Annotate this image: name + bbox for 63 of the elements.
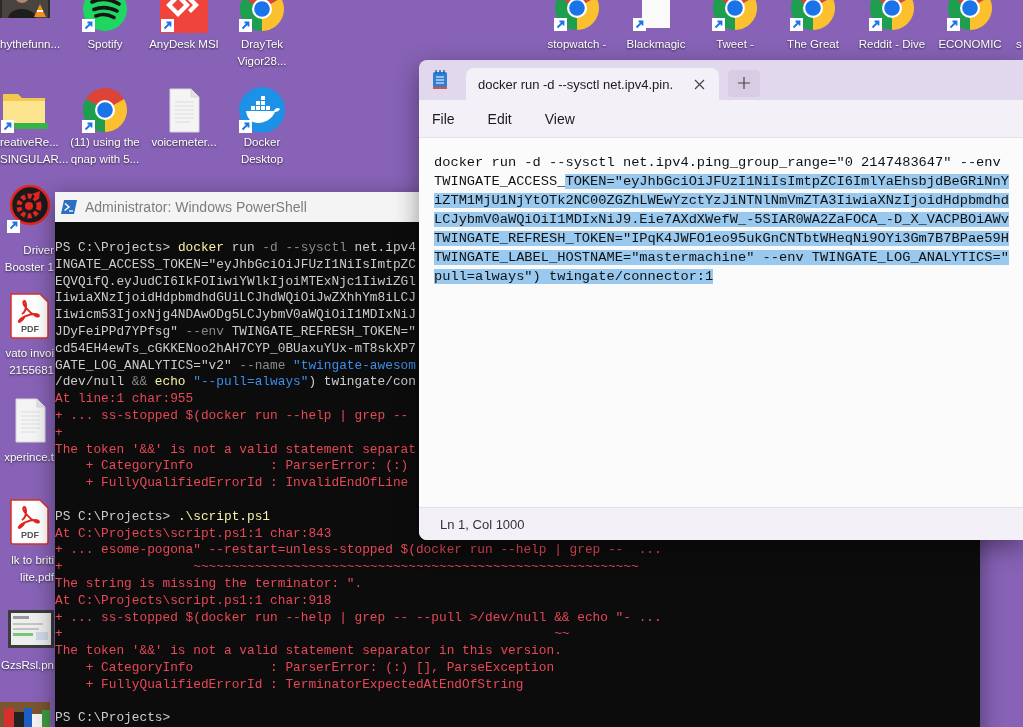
icon-label: Tweet - bbox=[716, 37, 754, 52]
icon-label: vato invoi 2155681 bbox=[5, 346, 54, 378]
plus-icon bbox=[738, 77, 750, 89]
console-line: PS C:\Projects> bbox=[55, 710, 171, 727]
menu-item[interactable]: View bbox=[532, 106, 587, 131]
console-line: At line:1 char:955 bbox=[55, 391, 194, 408]
console-line: + CategoryInfo : ParserError: (:) bbox=[84, 458, 409, 476]
console-line: Iiwicm53IjoxNjg4NDAwODg5LCJybmV0aWQiOiI1MDIxNiJ bbox=[55, 307, 416, 324]
console-line: INGATE_ACCESS_TOKEN="eyJhbGciOiJFUzI1NiIsImtpZC bbox=[55, 256, 416, 274]
icon-label: The Great bbox=[787, 37, 839, 52]
console-line: + ... ss-stopped $(docker run --help | grep -- --pull >/dev/null && echo "- ... bbox=[55, 609, 662, 627]
icon-label: (11) using the qnap with 5... bbox=[70, 135, 140, 167]
window-title: Administrator: Windows PowerShell bbox=[85, 199, 307, 215]
close-icon[interactable] bbox=[694, 78, 705, 90]
menu-item[interactable]: Edit bbox=[475, 106, 524, 131]
console-line: At C:\Projects\script.ps1:1 char:843 bbox=[55, 525, 332, 543]
console-line: /dev/null && echo "--pull=always") twingate/con bbox=[55, 374, 416, 392]
notepad-icon bbox=[432, 70, 448, 90]
icon-label: AnyDesk MSI bbox=[149, 37, 219, 52]
icon-label: reativeRe... SINGULAR... bbox=[0, 135, 69, 167]
menu-item[interactable]: File bbox=[420, 106, 467, 131]
icon-label: s bbox=[1016, 37, 1022, 52]
icon-label: xperince.t bbox=[4, 450, 54, 465]
console-line: cd54EH4ewTs_cGKKENoo2hAH7CYP_0BUaxuYUx-mT8skXP7 bbox=[55, 340, 416, 358]
icon-label: Docker Desktop bbox=[240, 135, 284, 167]
icon-label: DrayTek Vigor28... bbox=[237, 37, 287, 69]
console-line: EQVQifQ.eyJudCI6IkFOIiwiYWlkIjoiMTExNjc1IiwiZGl bbox=[55, 273, 416, 291]
new-tab-button[interactable] bbox=[728, 69, 760, 97]
console-line: At C:\Projects\script.ps1:1 char:918 bbox=[55, 592, 332, 610]
whale-icon[interactable] bbox=[238, 86, 286, 134]
console-line: + ~~~~~~~~~~~~~~~~~~~~~~~~~~~~~~~~~~~~~~~~~~~~~~~~~~~~~~~~~~ bbox=[55, 559, 639, 576]
editor-line: TWINGATE_ACCESS_TOKEN="eyJhbGciOiJFUzI1NiIsImtpZCI6ImlYaEhsbjdBeGRiNnY bbox=[434, 173, 1009, 191]
console-line: The token '&&' is not a valid statement separat bbox=[55, 441, 416, 459]
console-line: The string is missing the terminator: ". bbox=[55, 575, 363, 593]
icon-label: Driver Booster 1 bbox=[4, 243, 54, 275]
console-line: + ... esome-pogona" --restart=unless-stopped $(docker run --help | grep -- ... bbox=[55, 542, 662, 560]
console-line: + CategoryInfo : ParserError: (:) [], ParseException bbox=[84, 659, 555, 677]
editor-area[interactable] bbox=[419, 138, 1023, 507]
console-line: + FullyQualifiedErrorId : InvalidEndOfLine bbox=[84, 475, 409, 492]
icon-label: Blackmagic bbox=[626, 37, 686, 52]
console-line: PS C:\Projects> .\script.ps1 bbox=[55, 508, 271, 526]
icon-label: Reddit - Dive bbox=[858, 37, 926, 52]
browser-icon[interactable] bbox=[81, 86, 129, 134]
icon-label: hythefunn... bbox=[0, 37, 61, 52]
console-line: IiwiaXNzIjoidHdpbmdhdGUiLCJhdWQiOiJwZXhhYm8iLCJ bbox=[55, 290, 416, 308]
console-line: + FullyQualifiedErrorId : TerminatorExpectedAtEndOfString bbox=[84, 676, 524, 694]
editor-line: docker run -d --sysctl net.ipv4.ping_group_range="0 2147483647" --env bbox=[434, 154, 1001, 172]
status-text: Ln 1, Col 1000 bbox=[440, 516, 525, 532]
console-line: + bbox=[55, 424, 63, 442]
icon-label: Spotify bbox=[87, 37, 123, 52]
terminal-icon bbox=[61, 200, 77, 214]
console-line: The token '&&' is not a valid statement separator in this version. bbox=[55, 643, 562, 660]
icon-label: voicemeter... bbox=[151, 135, 217, 150]
console-line: PS C:\Projects> docker run -d --sysctl net.ipv4 bbox=[55, 240, 416, 257]
icon-label: stopwatch - bbox=[547, 37, 607, 52]
console-line: GATE_LOG_ANALYTICS="v2" --name "twingate-awesom bbox=[55, 357, 416, 375]
icon-label: ECONOMIC bbox=[938, 37, 1002, 52]
console-line: + ... ss-stopped $(docker run --help | grep -- bbox=[55, 407, 409, 425]
icon-label: GzsRsl.pn bbox=[0, 658, 54, 673]
console-line: JDyFeiPPd7YPfsg" --env TWINGATE_REFRESH_TOKEN=" bbox=[55, 324, 416, 341]
console-line: + ~~ bbox=[55, 626, 570, 644]
icon-label: lk to briti lite.pdf bbox=[11, 553, 54, 585]
document-tab[interactable]: docker run -d --sysctl net.ipv4.pin. bbox=[466, 68, 719, 100]
